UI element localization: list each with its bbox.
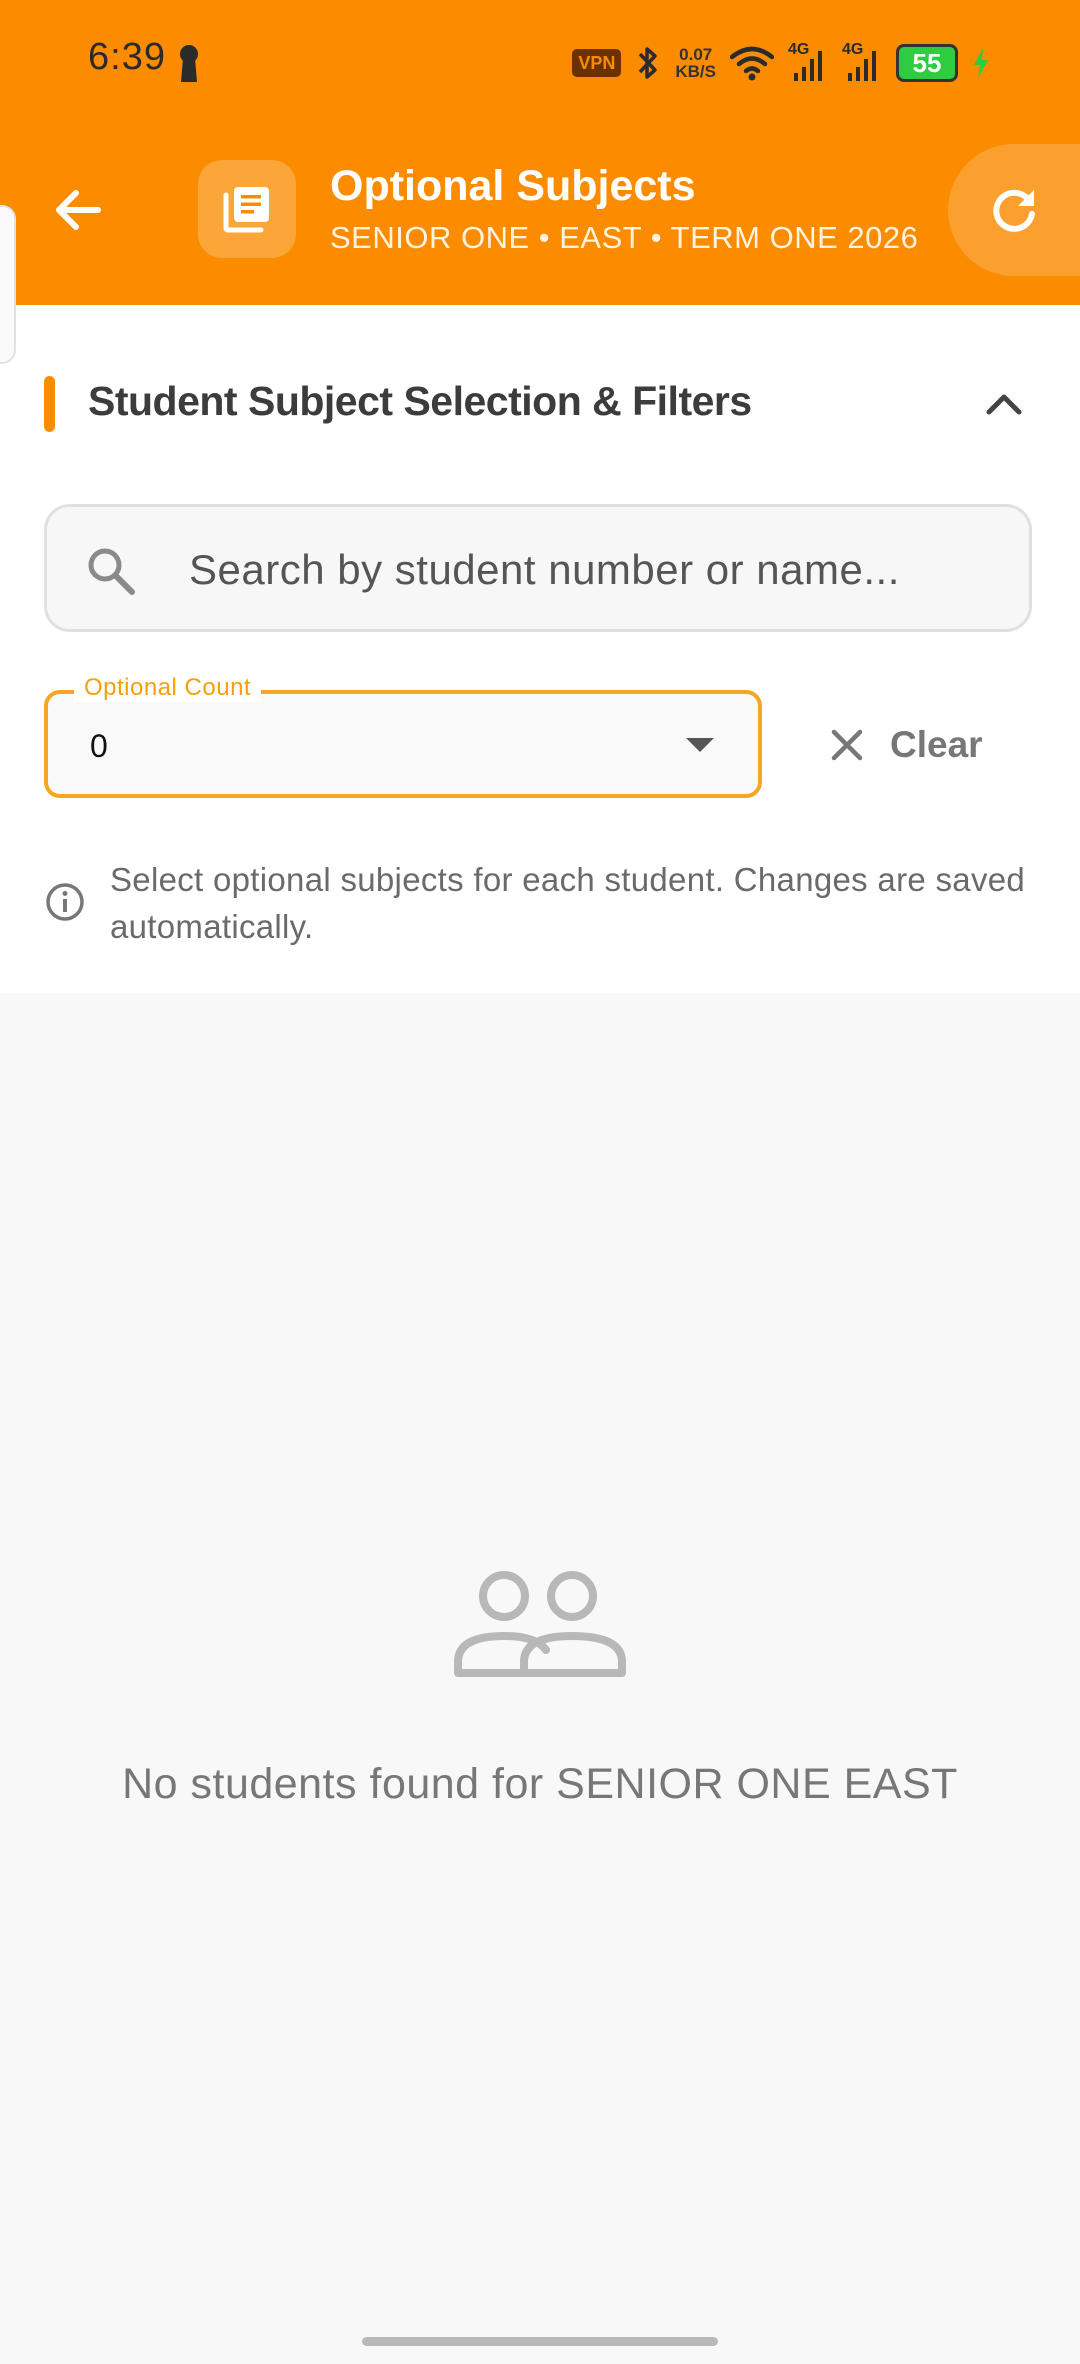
search-icon [88, 548, 135, 595]
section-title: Student Subject Selection & Filters [88, 378, 752, 424]
empty-state-message: No students found for SENIOR ONE EAST [122, 1760, 958, 1808]
info-text: Select optional subjects for each studen… [110, 861, 1026, 945]
collapse-filters-button[interactable] [976, 376, 1032, 432]
page-subtitle: SENIOR ONE • EAST • TERM ONE 2026 [330, 220, 919, 255]
library-books-icon [223, 187, 269, 233]
battery-indicator: 55 [896, 44, 958, 82]
app-header: 6:39 VPN 0.07 KB/S 4G 4G 55 Optional Sub… [0, 0, 1080, 305]
signal-1: 4G [788, 41, 828, 83]
wifi-icon [730, 46, 774, 81]
keyhole-icon [180, 45, 198, 82]
home-indicator[interactable] [362, 2337, 718, 2346]
charging-icon [974, 48, 988, 78]
status-indicators: VPN 0.07 KB/S 4G 4G 55 [572, 40, 990, 86]
refresh-icon [993, 189, 1035, 232]
clear-label: Clear [890, 724, 983, 765]
people-icon [454, 1571, 626, 1677]
speed-value: 0.07 [679, 45, 713, 64]
clear-button[interactable]: Clear [830, 712, 983, 778]
caret-down-icon [686, 738, 714, 752]
optional-count-label: Optional Count [74, 674, 262, 702]
arrow-left-icon [56, 190, 101, 230]
optional-count-value: 0 [90, 728, 108, 764]
page-title: Optional Subjects [330, 162, 696, 210]
section-accent-bar [44, 376, 55, 432]
app-bar: Optional Subjects SENIOR ONE • EAST • TE… [0, 140, 1080, 280]
status-time: 6:39 [88, 36, 166, 78]
title-icon-container [198, 160, 296, 258]
search-field[interactable] [44, 504, 1032, 632]
battery-level: 55 [912, 47, 942, 78]
close-icon [831, 729, 863, 761]
search-input[interactable] [187, 525, 1011, 615]
signal-bars-icon [848, 51, 876, 81]
refresh-button[interactable] [948, 144, 1080, 276]
back-button[interactable] [46, 178, 110, 242]
bluetooth-icon [639, 47, 658, 79]
vpn-badge: VPN [572, 49, 622, 77]
optional-count-dropdown[interactable]: Optional Count 0 [44, 674, 762, 798]
speed-unit: KB/S [675, 62, 716, 81]
signal-bars-icon [794, 51, 822, 81]
info-icon [46, 883, 84, 921]
drawer-edge-handle[interactable] [0, 205, 16, 364]
network-speed: 0.07 KB/S [675, 46, 716, 80]
status-bar: 6:39 VPN 0.07 KB/S 4G 4G 55 [0, 0, 1080, 130]
signal-2: 4G [842, 41, 882, 83]
chevron-up-icon [986, 394, 1022, 415]
